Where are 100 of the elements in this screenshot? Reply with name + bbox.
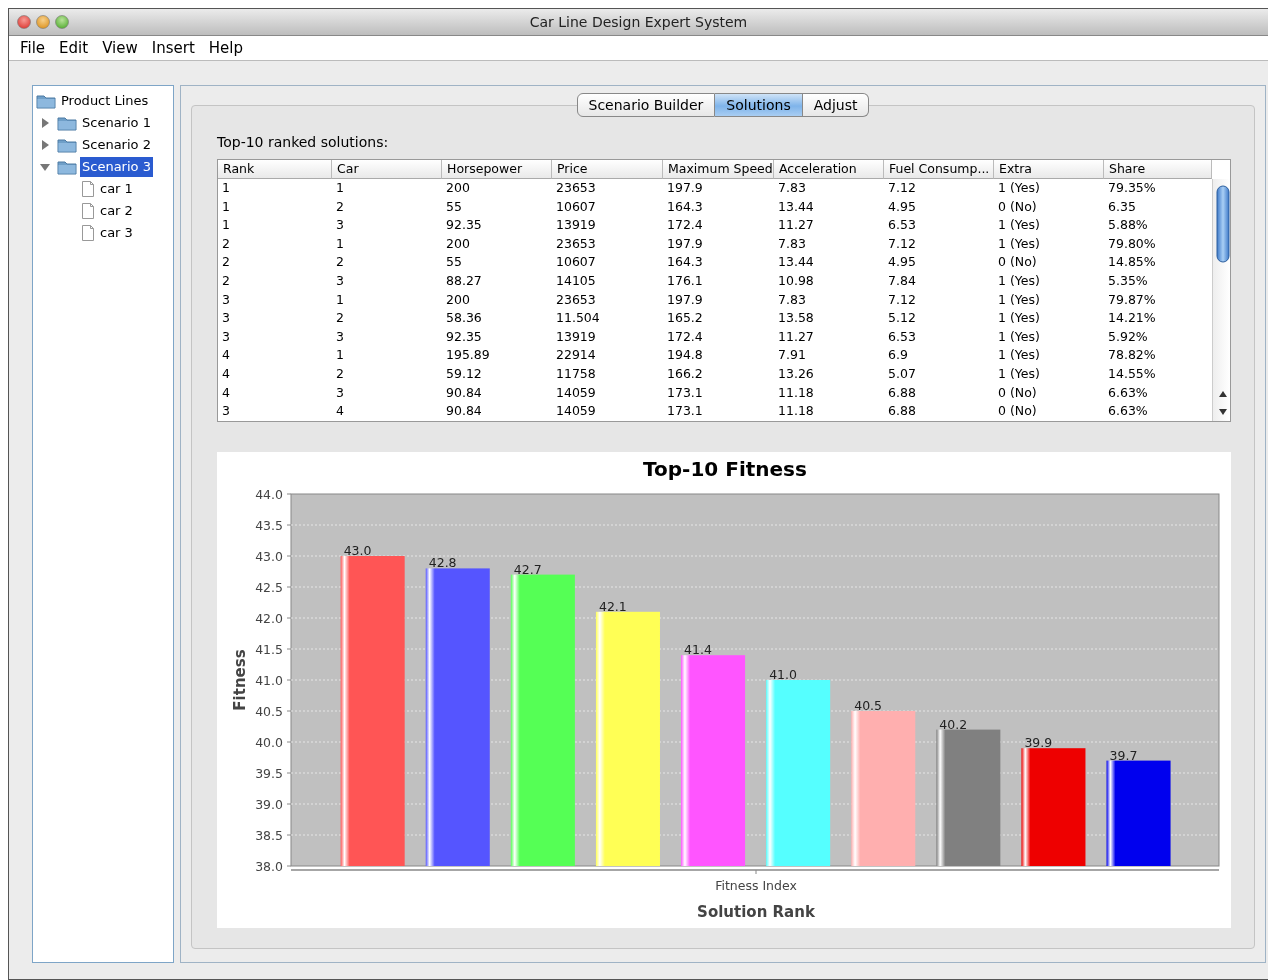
- table-cell-text: 13.58: [777, 309, 815, 328]
- tick-label: 38.0: [255, 858, 283, 874]
- table-cell-text: 176.1: [666, 271, 704, 290]
- tree-item[interactable]: Scenario 1: [80, 113, 153, 133]
- file-icon: [81, 180, 95, 198]
- table-cell-text: 5.92%: [1107, 327, 1149, 346]
- table-cell-text: 7.91: [777, 346, 807, 365]
- table-cell-text: 5.07: [887, 364, 917, 383]
- disclosure-triangle-icon[interactable]: [40, 140, 50, 150]
- file-icon: [81, 202, 95, 220]
- table-cell-text: 10607: [555, 253, 597, 272]
- column-header[interactable]: Rank: [218, 160, 332, 179]
- tick-label: 39.0: [255, 796, 283, 812]
- menu-item[interactable]: File: [19, 36, 55, 60]
- zoom-button[interactable]: [55, 15, 69, 29]
- table-cell-text: 11758: [555, 364, 597, 383]
- table-cell-text: 13.44: [777, 197, 815, 216]
- scroll-up-icon[interactable]: [1218, 390, 1228, 398]
- table-cell-text: 7.83: [777, 290, 807, 309]
- table-cell-text: 88.27: [445, 271, 483, 290]
- table-cell-text: 7.84: [887, 271, 917, 290]
- table-cell-text: 11.18: [777, 383, 815, 402]
- table-cell-text: 1 (Yes): [997, 346, 1041, 365]
- close-button[interactable]: [17, 15, 31, 29]
- table-cell-text: 0 (No): [997, 402, 1038, 421]
- table-cell-text: 2: [335, 197, 345, 216]
- tab[interactable]: Adjust: [802, 93, 870, 117]
- disclosure-triangle-icon[interactable]: [40, 162, 50, 172]
- scrollbar[interactable]: [1212, 179, 1230, 421]
- table-cell-text: 1: [221, 179, 231, 197]
- table-cell-text: 6.88: [887, 383, 917, 402]
- scrollbar-thumb[interactable]: [1216, 185, 1230, 263]
- tree-item[interactable]: car 2: [98, 201, 135, 221]
- column-header[interactable]: Horsepower: [442, 160, 552, 179]
- table-cell-text: 3: [221, 290, 231, 309]
- tree-item[interactable]: Scenario 3: [80, 157, 153, 177]
- table-cell-text: 7.12: [887, 290, 917, 309]
- table-cell-text: 0 (No): [997, 383, 1038, 402]
- table-cell-text: 55: [445, 253, 463, 272]
- column-header[interactable]: Car: [332, 160, 442, 179]
- tick-label: 42.5: [255, 579, 283, 595]
- disclosure-triangle-icon[interactable]: [40, 118, 50, 128]
- tick-label: 42.0: [255, 610, 283, 626]
- table-cell-text: 14105: [555, 271, 597, 290]
- tree-item[interactable]: car 1: [98, 179, 135, 199]
- tree-item[interactable]: car 3: [98, 223, 135, 243]
- table-cell-text: 164.3: [666, 253, 704, 272]
- table-cell-text: 2: [221, 234, 231, 253]
- table-cell-text: 90.84: [445, 383, 483, 402]
- table-cell-text: 1 (Yes): [997, 216, 1041, 235]
- table-cell-text: 6.88: [887, 402, 917, 421]
- table-cell-text: 6.53: [887, 327, 917, 346]
- folder-icon: [57, 159, 77, 175]
- table-cell-text: 13.26: [777, 364, 815, 383]
- column-header[interactable]: Fuel Consump...: [884, 160, 994, 179]
- scroll-down-icon[interactable]: [1218, 408, 1228, 416]
- table-cell-text: 200: [445, 290, 471, 309]
- table-cell-text: 200: [445, 234, 471, 253]
- menu-item[interactable]: Edit: [58, 36, 98, 60]
- tab[interactable]: Solutions: [715, 93, 803, 117]
- table-cell-text: 5.12: [887, 309, 917, 328]
- tick-label: 40.5: [255, 703, 283, 719]
- table-cell-text: 197.9: [666, 234, 704, 253]
- tree-item[interactable]: Scenario 2: [80, 135, 153, 155]
- table-cell-text: 55: [445, 197, 463, 216]
- table-cell-text: 200: [445, 179, 471, 197]
- column-header[interactable]: Maximum Speed: [663, 160, 774, 179]
- table-cell-text: 79.87%: [1107, 290, 1157, 309]
- menu-item[interactable]: View: [101, 36, 147, 60]
- table-cell-text: 23653: [555, 290, 597, 309]
- tick-label: 43.0: [255, 548, 283, 564]
- tree-item[interactable]: Product Lines: [59, 91, 151, 111]
- table-cell-text: 11.27: [777, 216, 815, 235]
- column-header[interactable]: Acceleration: [774, 160, 884, 179]
- category-label: Fitness Index: [715, 878, 797, 893]
- table-cell-text: 1: [335, 179, 345, 197]
- column-header[interactable]: Share: [1104, 160, 1212, 179]
- table-cell-text: 14.55%: [1107, 364, 1157, 383]
- table-cell-text: 172.4: [666, 216, 704, 235]
- folder-icon: [57, 137, 77, 153]
- table-cell-text: 1 (Yes): [997, 234, 1041, 253]
- chart-title: Top-10 Fitness: [643, 457, 807, 481]
- table-cell-text: 23653: [555, 179, 597, 197]
- table-cell-text: 0 (No): [997, 197, 1038, 216]
- table-cell-text: 166.2: [666, 364, 704, 383]
- table-cell-text: 14.85%: [1107, 253, 1157, 272]
- data-label: 39.7: [1109, 747, 1138, 763]
- tab[interactable]: Scenario Builder: [576, 93, 716, 117]
- table-cell-text: 7.83: [777, 179, 807, 197]
- table-cell-text: 90.84: [445, 402, 483, 421]
- table-cell-text: 1 (Yes): [997, 309, 1041, 328]
- column-header[interactable]: Extra: [994, 160, 1104, 179]
- menu-item[interactable]: Help: [207, 36, 252, 60]
- table-cell-text: 1 (Yes): [997, 271, 1041, 290]
- table-cell-text: 3: [335, 271, 345, 290]
- table-cell-text: 22914: [555, 346, 597, 365]
- menu-item[interactable]: Insert: [150, 36, 204, 60]
- table-cell-text: 11.27: [777, 327, 815, 346]
- column-header[interactable]: Price: [552, 160, 663, 179]
- table-cell-text: 1: [335, 290, 345, 309]
